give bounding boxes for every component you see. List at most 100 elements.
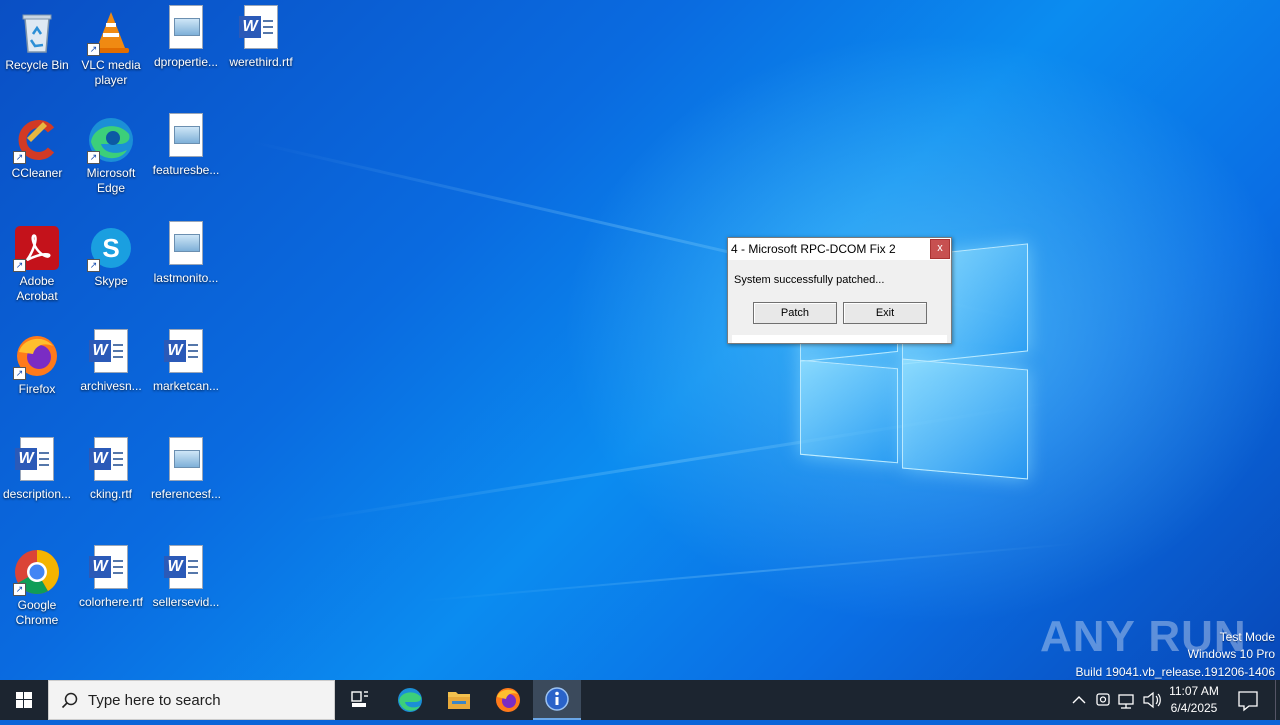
word-document-icon: W	[164, 545, 203, 589]
ccleaner-icon: ↗	[13, 116, 61, 164]
windows-edition-text: Windows 10 Pro	[1187, 647, 1275, 661]
show-hidden-icons-button[interactable]	[1068, 680, 1090, 720]
desktop-icon-label: Google Chrome	[15, 598, 59, 627]
desktop-icon-description[interactable]: W description...	[1, 434, 73, 502]
start-button[interactable]	[0, 680, 48, 720]
desktop-icon-werethird[interactable]: W werethird.rtf	[225, 2, 297, 70]
taskbar-active-app-button[interactable]	[533, 680, 581, 720]
chevron-up-icon	[1072, 696, 1086, 704]
desktop-icon-dpropertie[interactable]: dpropertie...	[150, 2, 222, 70]
word-document-icon: W	[89, 545, 128, 589]
taskbar-firefox-button[interactable]	[484, 680, 532, 720]
desktop-icon-label: description...	[2, 487, 72, 501]
taskbar-file-explorer-button[interactable]	[435, 680, 483, 720]
info-icon	[545, 687, 569, 711]
light-beam	[419, 542, 1078, 602]
desktop-icon-adobe-acrobat[interactable]: ↗ Adobe Acrobat	[1, 218, 73, 304]
speaker-icon	[1143, 691, 1161, 709]
clock-time: 11:07 AM	[1169, 684, 1219, 698]
folder-icon	[448, 692, 470, 709]
dialog-status-strip	[732, 335, 947, 343]
anyrun-watermark: ANY RUN Test Mode Windows 10 Pro Build 1…	[1040, 610, 1280, 680]
desktop-background: Recycle Bin ↗ CCleaner ↗ Adobe Acrobat ↗…	[0, 0, 1280, 680]
desktop-icon-lastmonito[interactable]: lastmonito...	[150, 218, 222, 286]
desktop-icon-label: Microsoft Edge	[86, 166, 136, 195]
word-document-icon: W	[89, 437, 128, 481]
desktop-icon-label: dpropertie...	[153, 55, 219, 69]
clock-date: 6/4/2025	[1170, 701, 1218, 715]
chrome-icon: ↗	[13, 548, 61, 596]
desktop-icon-vlc[interactable]: ↗ VLC media player	[75, 2, 147, 88]
desktop-icon-label: werethird.rtf	[229, 55, 293, 69]
desktop-icon-featuresbe[interactable]: featuresbe...	[150, 110, 222, 178]
notification-icon	[1238, 691, 1258, 712]
desktop-icon-label: Recycle Bin	[5, 58, 69, 72]
device-icon	[1096, 693, 1110, 706]
desktop-icon-marketcan[interactable]: W marketcan...	[150, 326, 222, 394]
image-file-icon	[169, 5, 203, 49]
task-view-icon	[351, 691, 368, 707]
vlc-icon: ↗	[87, 8, 135, 56]
show-desktop-button[interactable]	[1275, 680, 1280, 720]
windows-start-icon	[16, 692, 32, 708]
word-document-icon: W	[239, 5, 278, 49]
edge-icon: ↗	[87, 116, 135, 164]
taskbar: Type here to search 11:07 AM 6/4/2025	[0, 680, 1280, 720]
action-center-button[interactable]	[1230, 680, 1266, 720]
desktop-icon-label: Firefox	[18, 382, 56, 396]
volume-button[interactable]	[1140, 680, 1164, 720]
desktop-icon-cking[interactable]: W cking.rtf	[75, 434, 147, 502]
desktop-icon-label: CCleaner	[11, 166, 63, 180]
desktop-icon-label: referencesf...	[150, 487, 222, 501]
test-mode-text: Test Mode	[1219, 630, 1275, 644]
patch-button[interactable]: Patch	[753, 302, 837, 324]
recycle-bin-icon	[13, 8, 61, 56]
desktop-icon-label: featuresbe...	[152, 163, 220, 177]
task-view-button[interactable]	[336, 680, 384, 720]
desktop-icon-sellersevid[interactable]: W sellersevid...	[150, 542, 222, 610]
image-file-icon	[169, 113, 203, 157]
svg-text:S: S	[102, 233, 119, 263]
desktop-icon-label: Adobe Acrobat	[16, 274, 58, 303]
desktop-icon-label: marketcan...	[152, 379, 220, 393]
desktop-icon-ccleaner[interactable]: ↗ CCleaner	[1, 110, 73, 181]
search-placeholder: Type here to search	[88, 692, 221, 709]
edge-icon	[398, 688, 422, 712]
build-text: Build 19041.vb_release.191206-1406	[1075, 665, 1276, 679]
desktop-icon-firefox[interactable]: ↗ Firefox	[1, 326, 73, 397]
desktop-icon-label: archivesn...	[80, 379, 142, 393]
desktop-icon-label: lastmonito...	[153, 271, 219, 285]
search-icon	[61, 692, 78, 709]
desktop-icon-microsoft-edge[interactable]: ↗ Microsoft Edge	[75, 110, 147, 196]
image-file-icon	[169, 221, 203, 265]
desktop-icon-label: VLC media player	[81, 58, 141, 87]
desktop-icon-archivesn[interactable]: W archivesn...	[75, 326, 147, 394]
clock[interactable]: 11:07 AM 6/4/2025	[1164, 680, 1224, 720]
word-document-icon: W	[15, 437, 54, 481]
taskbar-edge-button[interactable]	[386, 680, 434, 720]
desktop-icon-colorhere[interactable]: W colorhere.rtf	[75, 542, 147, 610]
dialog-message: System successfully patched...	[734, 274, 885, 286]
desktop-icon-google-chrome[interactable]: ↗ Google Chrome	[1, 542, 73, 628]
desktop-icon-label: Skype	[94, 274, 128, 288]
desktop-icon-label: sellersevid...	[152, 595, 220, 609]
firefox-icon	[496, 688, 520, 712]
close-button[interactable]: x	[930, 239, 950, 259]
rpc-dcom-fix-dialog: 4 - Microsoft RPC-DCOM Fix 2 x System su…	[727, 237, 952, 344]
desktop-icon-skype[interactable]: S ↗ Skype	[75, 218, 147, 289]
dialog-titlebar[interactable]: 4 - Microsoft RPC-DCOM Fix 2 x	[728, 238, 951, 260]
desktop-icon-recycle-bin[interactable]: Recycle Bin	[1, 2, 73, 73]
taskbar-search-box[interactable]: Type here to search	[48, 680, 335, 720]
firefox-icon: ↗	[13, 332, 61, 380]
word-document-icon: W	[164, 329, 203, 373]
image-file-icon	[169, 437, 203, 481]
exit-button[interactable]: Exit	[843, 302, 927, 324]
adobe-acrobat-icon: ↗	[13, 224, 61, 272]
network-button[interactable]	[1115, 680, 1139, 720]
desktop-icon-referencesf[interactable]: referencesf...	[150, 434, 222, 502]
skype-icon: S ↗	[87, 224, 135, 272]
network-icon	[1118, 694, 1134, 709]
desktop-icon-label: cking.rtf	[89, 487, 132, 501]
word-document-icon: W	[89, 329, 128, 373]
tray-device-icon-button[interactable]	[1092, 680, 1114, 720]
